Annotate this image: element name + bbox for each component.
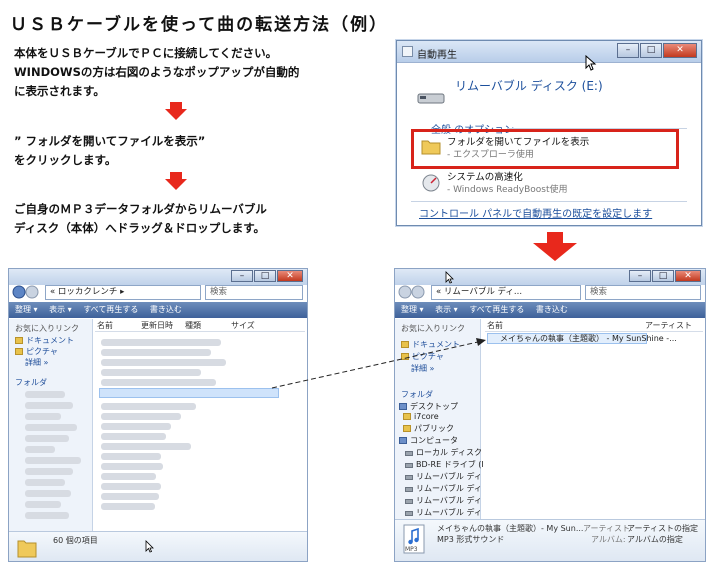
drag-arrow-icon — [271, 338, 486, 389]
